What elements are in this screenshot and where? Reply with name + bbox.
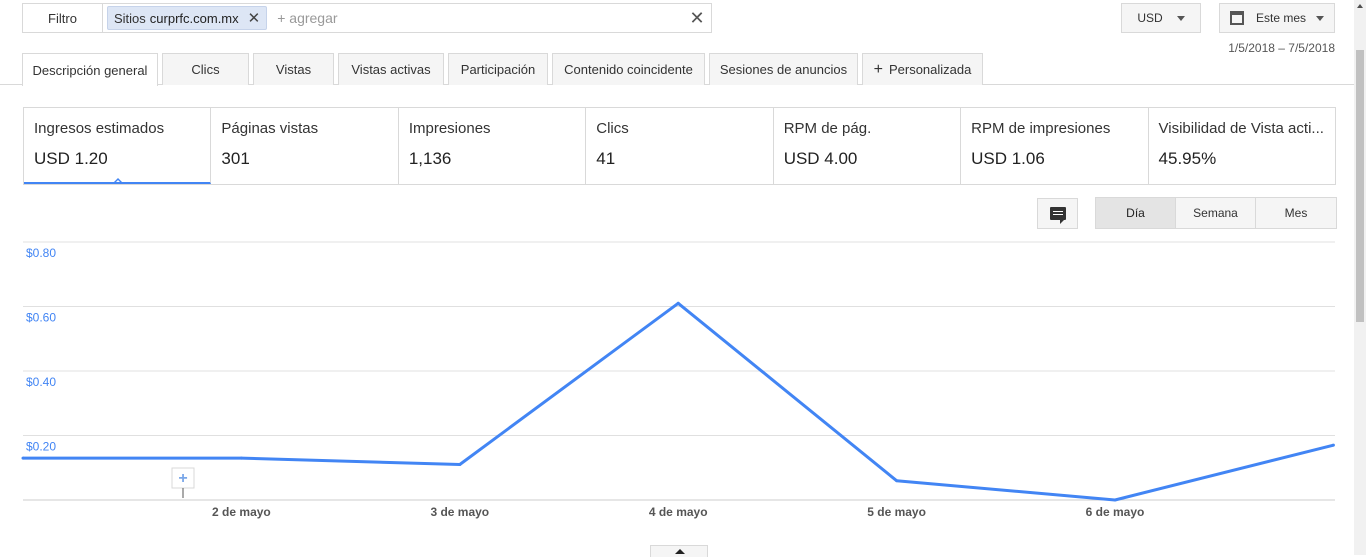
data-point bbox=[1331, 443, 1335, 447]
granularity-week-button[interactable]: Semana bbox=[1176, 198, 1256, 228]
metric-label: Páginas vistas bbox=[221, 120, 319, 137]
tab-views[interactable]: Vistas bbox=[253, 53, 334, 85]
metric-value: USD 1.20 bbox=[34, 149, 108, 168]
data-point bbox=[458, 463, 462, 467]
collapse-chart-button[interactable] bbox=[650, 545, 708, 557]
x-tick-label: 5 de mayo bbox=[867, 505, 926, 519]
metric-value: 45.95% bbox=[1158, 149, 1217, 168]
currency-label: USD bbox=[1137, 11, 1163, 25]
chip-value: curprfc.com.mx bbox=[149, 10, 239, 26]
scroll-up-icon[interactable] bbox=[1354, 0, 1366, 12]
tab-clicks[interactable]: Clics bbox=[162, 53, 249, 85]
page-scrollbar[interactable] bbox=[1354, 0, 1366, 555]
tab-matched-content[interactable]: Contenido coincidente bbox=[552, 53, 705, 85]
x-tick-label: 2 de mayo bbox=[212, 505, 271, 519]
data-point bbox=[895, 479, 899, 483]
site-filter-chip[interactable]: Sitios curprfc.com.mx ✕ bbox=[107, 6, 268, 30]
metric-value: USD 4.00 bbox=[783, 149, 858, 168]
metric-label: Clics bbox=[596, 120, 629, 137]
metric-value: 1,136 bbox=[408, 149, 452, 168]
data-point bbox=[676, 301, 680, 305]
tab-active-views[interactable]: Vistas activas bbox=[338, 53, 444, 85]
chip-prefix: Sitios bbox=[114, 10, 146, 26]
date-range-dropdown[interactable]: Este mes bbox=[1219, 3, 1335, 33]
annotations-button[interactable] bbox=[1037, 198, 1078, 229]
filter-button[interactable]: Filtro bbox=[23, 4, 103, 32]
tab-custom-label: Personalizada bbox=[888, 62, 972, 77]
metric-label: Ingresos estimados bbox=[34, 120, 165, 137]
scrollbar-thumb[interactable] bbox=[1356, 50, 1364, 322]
granularity-month-button[interactable]: Mes bbox=[1256, 198, 1336, 228]
x-tick-label: 3 de mayo bbox=[430, 505, 489, 519]
add-filter-input[interactable]: + agregar bbox=[277, 10, 683, 26]
plus-icon: + bbox=[873, 60, 883, 78]
earnings-line-chart: $0.80 $0.60 $0.40 $0.20 2 de mayo 3 de mayo 4 … bbox=[21, 241, 1335, 519]
report-tabs: Descripción general Clics Vistas Vistas … bbox=[22, 53, 987, 86]
metric-label: RPM de pág. bbox=[783, 120, 872, 137]
metric-value: USD 1.06 bbox=[971, 149, 1045, 168]
granularity-toggle: Día Semana Mes bbox=[1095, 197, 1337, 229]
metric-page-rpm[interactable]: RPM de pág. USD 4.00 bbox=[774, 108, 962, 184]
metric-label: RPM de impresiones bbox=[971, 120, 1111, 137]
granularity-day-button[interactable]: Día bbox=[1096, 198, 1176, 228]
currency-dropdown[interactable]: USD bbox=[1121, 3, 1201, 33]
metric-impressions[interactable]: Impresiones 1,136 bbox=[399, 108, 587, 184]
tab-engagement[interactable]: Participación bbox=[448, 53, 548, 85]
tab-custom[interactable]: + Personalizada bbox=[862, 53, 983, 85]
y-tick-label: $0.40 bbox=[26, 375, 56, 389]
metric-value: 41 bbox=[596, 149, 616, 168]
metric-page-views[interactable]: Páginas vistas 301 bbox=[211, 108, 399, 184]
tab-ad-sessions[interactable]: Sesiones de anuncios bbox=[709, 53, 858, 85]
metric-active-view-viewable[interactable]: Visibilidad de Vista acti... 45.95% bbox=[1149, 108, 1335, 184]
chevron-down-icon bbox=[1176, 15, 1185, 21]
date-range-text: 1/5/2018 – 7/5/2018 bbox=[1228, 41, 1335, 55]
metric-cards: Ingresos estimados USD 1.20 Páginas vist… bbox=[23, 107, 1336, 185]
series-line bbox=[23, 301, 1334, 502]
data-point bbox=[239, 456, 243, 460]
close-icon[interactable]: ✕ bbox=[248, 11, 261, 26]
tab-overview[interactable]: Descripción general bbox=[22, 53, 158, 86]
data-point bbox=[1113, 498, 1117, 502]
comment-icon bbox=[1049, 207, 1066, 224]
selected-indicator bbox=[112, 178, 124, 182]
metric-label: Impresiones bbox=[408, 120, 491, 137]
chevron-down-icon bbox=[1316, 15, 1325, 21]
y-tick-label: $0.80 bbox=[26, 246, 56, 260]
date-range-label: Este mes bbox=[1256, 11, 1307, 25]
plus-icon: + bbox=[178, 470, 187, 487]
y-tick-label: $0.60 bbox=[26, 311, 56, 325]
metric-estimated-earnings[interactable]: Ingresos estimados USD 1.20 bbox=[24, 108, 212, 184]
metric-label: Visibilidad de Vista acti... bbox=[1158, 120, 1324, 137]
filter-bar: Filtro Sitios curprfc.com.mx ✕ + agregar… bbox=[22, 3, 712, 33]
metric-value: 301 bbox=[221, 149, 250, 168]
metric-impression-rpm[interactable]: RPM de impresiones USD 1.06 bbox=[961, 108, 1149, 184]
x-tick-label: 4 de mayo bbox=[649, 505, 708, 519]
y-tick-label: $0.20 bbox=[26, 440, 56, 454]
metric-clicks[interactable]: Clics 41 bbox=[586, 108, 774, 184]
calendar-icon bbox=[1230, 11, 1244, 25]
x-tick-label: 6 de mayo bbox=[1086, 505, 1145, 519]
data-point bbox=[21, 456, 25, 460]
clear-filters-icon[interactable]: ✕ bbox=[683, 8, 711, 29]
